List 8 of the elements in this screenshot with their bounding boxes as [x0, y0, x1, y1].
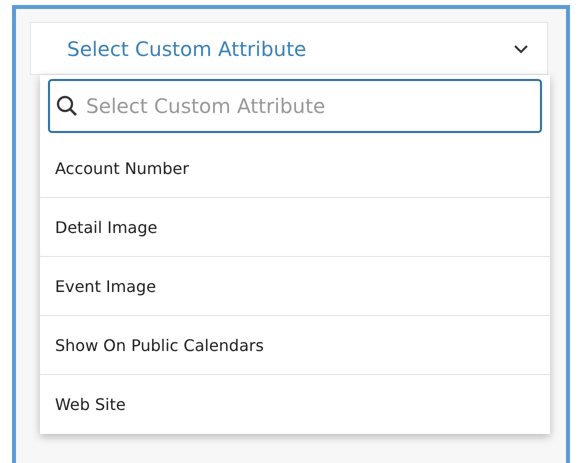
chevron-down-icon [513, 44, 529, 54]
dropdown-option[interactable]: Event Image [40, 257, 550, 316]
dropdown-option[interactable]: Show On Public Calendars [40, 316, 550, 375]
dropdown-option[interactable]: Detail Image [40, 198, 550, 257]
dropdown-option[interactable]: Account Number [40, 139, 550, 198]
dropdown-option[interactable]: Web Site [40, 375, 550, 434]
search-field[interactable]: Select Custom Attribute [48, 79, 542, 133]
attribute-select[interactable]: Select Custom Attribute [30, 22, 548, 75]
